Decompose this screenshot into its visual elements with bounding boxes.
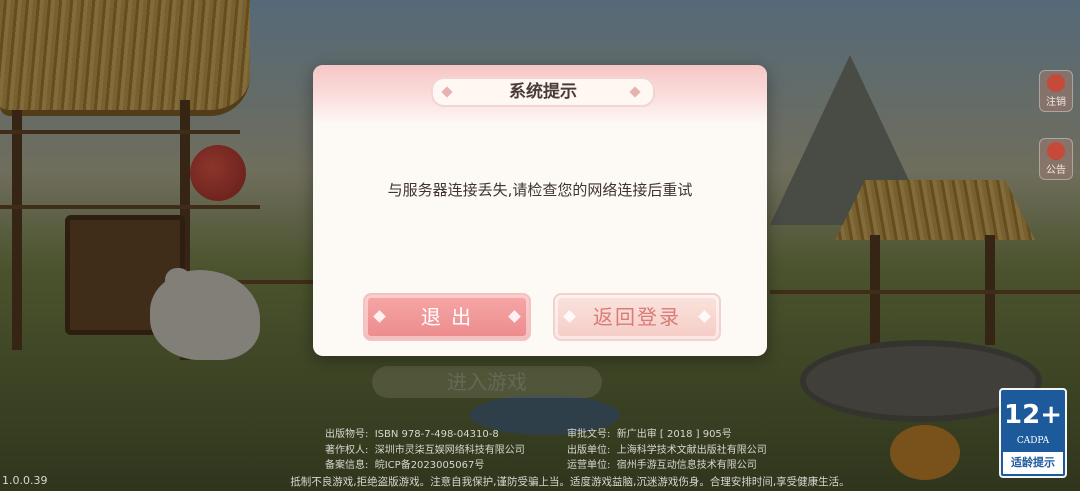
announcement-icon <box>1047 142 1065 160</box>
info-row: 出版单位: 上海科学技术文献出版社有限公司 <box>567 444 767 456</box>
return-login-button-label: 返回登录 <box>593 305 681 329</box>
diamond-icon <box>698 310 711 323</box>
exit-button-label: 退 出 <box>420 305 474 329</box>
info-row: 著作权人: 深圳市灵柒互娱网络科技有限公司 <box>325 444 525 456</box>
age-rating-number: 12+ <box>1004 400 1062 430</box>
logout-button[interactable]: 注销 <box>1039 70 1073 112</box>
diamond-icon <box>508 310 521 323</box>
dialog-title: 系统提示 <box>509 82 577 102</box>
announcement-button[interactable]: 公告 <box>1039 138 1073 180</box>
health-notice: 抵制不良游戏,拒绝盗版游戏。注意自我保护,谨防受骗上当。适度游戏益脑,沉迷游戏伤… <box>290 476 850 488</box>
info-row: 备案信息: 皖ICP备2023005067号 <box>325 460 485 471</box>
info-row: 运营单位: 宿州手游互动信息技术有限公司 <box>567 460 757 471</box>
logout-label: 注销 <box>1046 97 1066 108</box>
info-row: 出版物号: ISBN 978-7-498-04310-8 <box>325 429 499 440</box>
publication-info-left: 出版物号: ISBN 978-7-498-04310-8 著作权人: 深圳市灵柒… <box>325 427 525 474</box>
age-rating-badge[interactable]: 12+ CADPA 适龄提示 <box>999 388 1067 478</box>
return-login-button[interactable]: 返回登录 <box>553 293 721 341</box>
exit-button[interactable]: 退 出 <box>363 293 531 341</box>
diamond-icon <box>563 310 576 323</box>
diamond-icon <box>373 310 386 323</box>
dialog-title-plate: 系统提示 <box>431 77 655 107</box>
logout-icon <box>1047 74 1065 92</box>
age-rating-tip: 适龄提示 <box>1003 452 1063 474</box>
announcement-label: 公告 <box>1046 165 1066 176</box>
system-prompt-dialog: 系统提示 与服务器连接丢失,请检查您的网络连接后重试 退 出 返回登录 <box>313 65 767 356</box>
dialog-message: 与服务器连接丢失,请检查您的网络连接后重试 <box>387 181 693 199</box>
publication-info-right: 审批文号: 新广出审 [ 2018 ] 905号 出版单位: 上海科学技术文献出… <box>567 427 767 474</box>
info-row: 审批文号: 新广出审 [ 2018 ] 905号 <box>567 429 732 440</box>
age-rating-org: CADPA <box>1016 436 1050 446</box>
